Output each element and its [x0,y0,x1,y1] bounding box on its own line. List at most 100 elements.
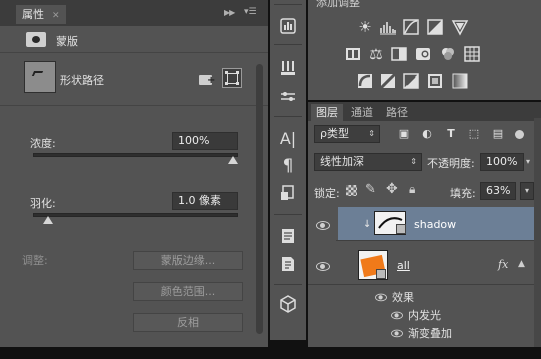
lock-pixels-icon[interactable]: ✎ [365,182,376,197]
blend-mode-value: 线性加深 [320,155,364,168]
layer-name[interactable]: all [397,259,410,272]
layers-tab-bar: 图层 通道 路径 [308,102,541,121]
hue-saturation-icon[interactable] [344,45,362,63]
notes-icon[interactable] [276,226,300,248]
filter-toggle-icon[interactable] [515,130,524,139]
filter-smart-object-icon[interactable]: ▤ [491,127,505,140]
tab-paths[interactable]: 路径 [381,104,413,121]
effects-row[interactable]: 效果 [308,288,541,306]
close-icon[interactable]: ✕ [52,11,60,21]
lock-position-icon[interactable]: ✥ [386,181,398,197]
density-input[interactable]: 100% [172,132,238,150]
photo-filter-icon[interactable] [414,45,432,63]
black-white-icon[interactable] [390,45,408,63]
channel-mixer-icon[interactable] [439,45,457,63]
strip-grip [274,4,302,5]
effect-name: 内发光 [408,309,441,322]
layer-name[interactable]: shadow [414,218,456,231]
brightness-contrast-icon[interactable]: ☀ [356,18,374,36]
blend-mode-select[interactable]: 线性加深 ⇕ [314,153,422,171]
fill-label: 填充: [450,187,476,200]
levels-icon[interactable] [379,18,397,36]
filter-type-icon[interactable]: T [444,127,458,140]
color-range-button[interactable]: 颜色范围... [133,282,243,301]
vector-mask-row: 形状路径 [0,55,268,106]
linked-mask-icon [376,269,386,279]
brush-preset-icon[interactable] [276,58,300,80]
invert-adjustment-icon[interactable] [356,72,374,90]
selective-color-icon[interactable] [426,72,444,90]
properties-tab-bar: 属性 ✕ ▶▶ ▾☰ [0,0,268,26]
strip-divider [274,284,302,285]
lock-transparency-icon[interactable] [346,185,357,196]
properties-scrollbar-thumb[interactable] [256,64,263,334]
layer-row-all[interactable]: all fx ▲ [308,247,541,285]
effect-row-inner-glow[interactable]: 内发光 [308,306,541,324]
vibrance-icon[interactable] [451,18,469,36]
brush-settings-icon[interactable] [276,86,300,108]
exposure-icon[interactable] [426,18,444,36]
feather-slider-thumb[interactable] [42,216,53,224]
add-vector-mask-button[interactable] [222,68,242,88]
fx-icon[interactable]: fx [498,258,508,271]
paragraph-icon[interactable]: ¶ [276,155,300,177]
eye-icon[interactable] [391,311,403,320]
strip-divider [274,116,302,117]
color-balance-icon[interactable]: ⚖ [367,45,385,63]
layers-scrollbar[interactable] [534,118,541,347]
filter-adjustment-icon[interactable]: ◐ [420,127,434,140]
panel-menu-icon[interactable]: ▾☰ [244,7,260,18]
fill-input[interactable]: 63% [480,182,516,200]
eye-icon[interactable] [375,293,387,302]
eye-icon[interactable] [316,220,330,230]
effect-name: 渐变叠加 [408,327,452,340]
strip-divider [274,44,302,45]
collapse-panel-icon[interactable]: ▶▶ [224,8,235,17]
chevron-up-icon[interactable]: ▲ [518,259,525,269]
threshold-icon[interactable] [402,72,420,90]
layers-panel: 图层 通道 路径 ρ类型 ⇕ ▣ ◐ T ⬚ ▤ 线性加深 ⇕ 不透明度: 100%… [308,102,541,347]
layer-row-shadow[interactable]: ↓ shadow [308,207,541,241]
character-icon[interactable]: A| [276,128,300,150]
clone-source-icon[interactable] [276,183,300,205]
effect-row-gradient-overlay[interactable]: 渐变叠加 [308,324,541,342]
adjustments-title: 添加调整 [316,0,360,9]
color-lookup-icon[interactable] [463,45,481,63]
3d-icon[interactable] [276,294,300,316]
mask-type-row: 蒙版 [0,28,268,53]
invert-button[interactable]: 反相 [133,313,243,332]
eye-icon[interactable] [316,261,330,271]
tab-properties-label: 属性 [22,8,44,21]
opacity-label: 不透明度: [427,157,475,170]
filter-pixel-icon[interactable]: ▣ [397,127,411,140]
fill-dropdown-icon[interactable]: ▾ [520,182,534,200]
layer-filter-value: ρ类型 [320,127,349,140]
mask-edge-button[interactable]: 蒙版边缘... [133,251,243,270]
density-slider-track[interactable] [33,153,238,157]
pixel-mask-icon [26,32,46,47]
eye-icon[interactable] [391,329,403,338]
posterize-icon[interactable] [379,72,397,90]
add-pixel-mask-button[interactable] [198,73,216,88]
opacity-dropdown-icon[interactable]: ▾ [526,157,530,166]
layer-filter-select[interactable]: ρ类型 ⇕ [314,125,380,143]
linked-mask-icon [396,224,406,234]
strip-divider [274,214,302,215]
gradient-map-icon[interactable] [451,72,469,90]
tab-layers[interactable]: 图层 [311,104,343,121]
curves-icon[interactable] [402,18,420,36]
lock-all-icon[interactable]: 🔒︎ [409,182,415,197]
filter-shape-icon[interactable]: ⬚ [467,127,481,140]
histogram-icon[interactable] [276,16,300,38]
opacity-input[interactable]: 100% [480,153,524,171]
tab-properties[interactable]: 属性 ✕ [16,5,66,24]
feather-slider-track[interactable] [33,213,238,217]
lock-label: 锁定: [314,187,340,200]
info-icon[interactable] [276,254,300,276]
tab-channels[interactable]: 通道 [346,104,378,121]
panel-icon-strip: A| ¶ [270,0,306,340]
feather-input[interactable]: 1.0 像素 [172,192,238,210]
density-slider-thumb[interactable] [228,156,238,164]
effects-label: 效果 [392,291,414,304]
properties-panel: 属性 ✕ ▶▶ ▾☰ 蒙版 形状路径 浓度: 100% 羽化: 1.0 像素 调整… [0,0,268,347]
